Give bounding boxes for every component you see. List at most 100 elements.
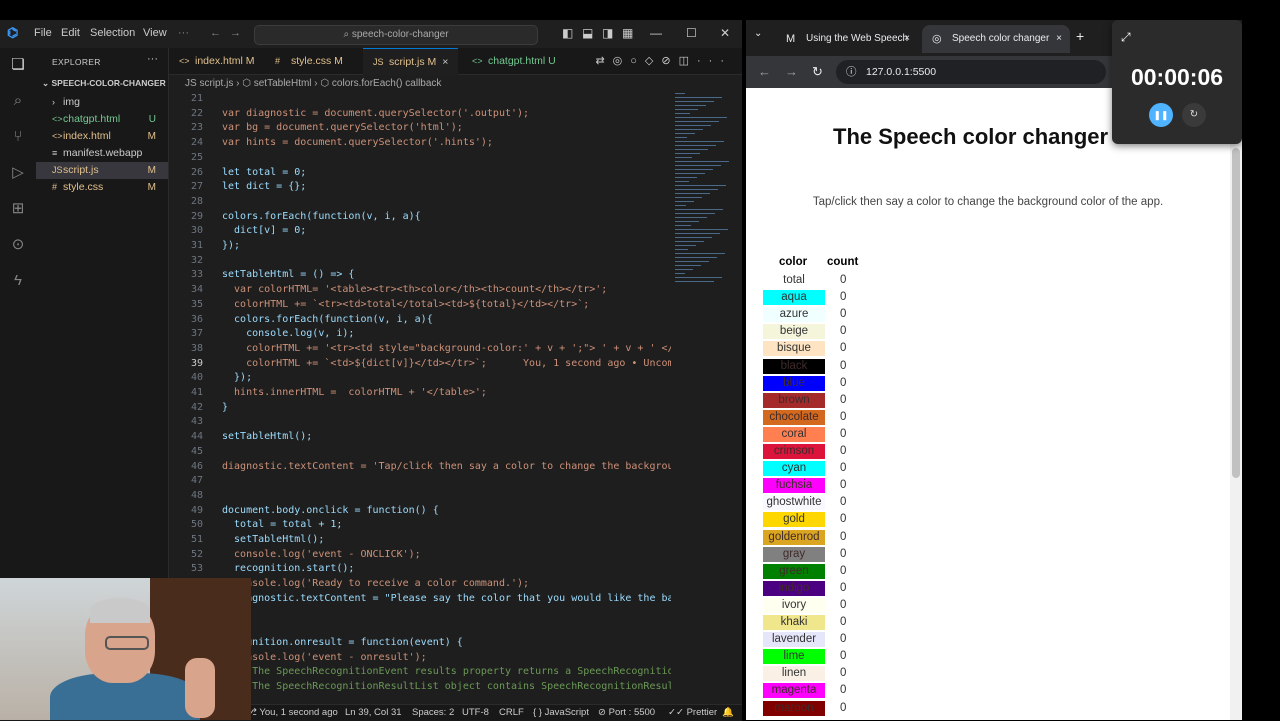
close-window-icon[interactable]: ✕ [720, 26, 730, 40]
layout-icon[interactable]: ▦ [622, 26, 633, 40]
extensions-icon[interactable]: ⊞ [9, 200, 27, 218]
file-type-icon: JS [373, 57, 384, 67]
vscode-logo-icon: ⌬ [7, 25, 19, 40]
color-cell: chocolate [763, 409, 825, 425]
editor-tab[interactable]: # style.css M [265, 48, 353, 74]
page-scrollbar[interactable] [1230, 88, 1242, 720]
color-cell: bisque [763, 341, 825, 357]
web-page[interactable]: The Speech color changer Tap/click then … [746, 88, 1230, 720]
explorer-icon[interactable]: ❏ [9, 56, 27, 74]
indent-status[interactable]: Spaces: 2 [412, 705, 454, 721]
toggle-panel-icon[interactable]: ⬓ [582, 26, 593, 40]
prettier-status[interactable]: ✓✓ Prettier [668, 705, 717, 721]
explorer-item[interactable]: › img [36, 94, 168, 111]
color-cell: gold [763, 512, 825, 528]
count-cell: 0 [840, 701, 847, 714]
close-tab-icon[interactable]: × [1056, 25, 1062, 53]
reset-button[interactable]: ↻ [1182, 103, 1206, 127]
expand-icon[interactable]: ⤢ [1121, 30, 1131, 45]
minimap[interactable] [675, 93, 737, 293]
reload-icon[interactable]: ↻ [812, 64, 823, 80]
line-number: 24 [190, 137, 203, 149]
notifications-icon[interactable]: 🔔 [722, 705, 734, 721]
toggle-sidebar-icon[interactable]: ◧ [562, 26, 573, 40]
editor-tab[interactable]: <> index.html M [169, 48, 265, 74]
back-icon[interactable]: ← [758, 64, 771, 79]
line-number: 52 [190, 548, 203, 560]
editor-actions-icons[interactable]: ⇄◎○◇⊘◫··· [595, 54, 732, 67]
git-blame-status[interactable]: ⎇ You, 1 second ago [246, 705, 338, 721]
line-number: 21 [190, 93, 203, 104]
encoding-status[interactable]: UTF-8 [462, 705, 489, 721]
file-type-icon: ≡ [52, 148, 58, 158]
editor-tab[interactable]: JS script.js M × [363, 48, 459, 75]
title-bar: ⌬ File Edit Selection View ··· ← → ⌕ spe… [0, 20, 742, 49]
explorer-item[interactable]: <> index.html M [36, 128, 168, 145]
url-text: 127.0.0.1:5500 [866, 66, 937, 78]
menu-file[interactable]: File [34, 27, 52, 39]
line-number: 22 [190, 107, 203, 119]
toggle-secondary-sidebar-icon[interactable]: ◨ [602, 26, 613, 40]
site-info-icon[interactable]: ⓘ [846, 60, 857, 84]
close-tab-icon[interactable]: × [442, 56, 448, 68]
pause-button[interactable]: ❚❚ [1149, 103, 1173, 127]
minimap-line [675, 269, 693, 270]
minimap-line [675, 161, 729, 162]
project-folder[interactable]: ⌄ SPEECH-COLOR-CHANGER [42, 78, 166, 89]
count-cell: 0 [840, 359, 847, 372]
browser-tab-speech-color-changer[interactable]: ◎ Speech color changer × [922, 25, 1070, 53]
source-control-icon[interactable]: ⑂ [9, 128, 27, 146]
menu-edit[interactable]: Edit [61, 27, 80, 39]
page-title: The Speech color changer [833, 124, 1109, 149]
explorer-item[interactable]: # style.css M [36, 179, 168, 196]
remote-icon[interactable]: ⊙ [9, 236, 27, 254]
tab-search-icon[interactable]: ⌄ [754, 28, 762, 39]
search-icon[interactable]: ⌕ [9, 92, 27, 110]
code-line: colorHTML += '<tr><td style="background-… [222, 342, 671, 354]
language-status[interactable]: { } JavaScript [533, 705, 589, 721]
forward-icon[interactable]: → [785, 64, 798, 79]
eol-status[interactable]: CRLF [499, 705, 524, 721]
breadcrumb[interactable]: JS script.js › ⬡ setTableHtml › ⬡ colors… [169, 75, 441, 93]
explorer-more-icon[interactable]: ··· [147, 53, 158, 65]
explorer-item[interactable]: ≡ manifest.webapp [36, 145, 168, 162]
code-line: let dict = {}; [222, 181, 307, 193]
close-tab-icon[interactable]: × [904, 25, 910, 53]
browser-tab-web-speech[interactable]: M Using the Web Speech × [776, 25, 918, 53]
new-tab-button[interactable]: + [1076, 28, 1084, 44]
editor-tab[interactable]: <> chatgpt.html U [462, 48, 566, 74]
live-server-status[interactable]: ⊘ Port : 5500 [598, 705, 655, 721]
more-menu-icon[interactable]: ··· [178, 27, 189, 39]
line-number: 31 [190, 240, 203, 251]
forward-arrow-icon[interactable]: → [230, 27, 241, 39]
explorer-item[interactable]: <> chatgpt.html U [36, 111, 168, 128]
color-cell: cyan [763, 461, 825, 477]
color-cell: lavender [763, 632, 825, 648]
color-cell: total [763, 273, 825, 288]
project-name: SPEECH-COLOR-CHANGER [51, 78, 166, 88]
minimize-icon[interactable]: — [650, 26, 662, 40]
menu-selection[interactable]: Selection [90, 27, 135, 39]
line-number: 41 [190, 387, 203, 398]
maximize-icon[interactable]: ☐ [686, 26, 697, 40]
code-line: diagnostic.textContent = 'Tap/click then… [222, 460, 671, 472]
minimap-line [675, 105, 706, 106]
code-line: console.log(v, i); [222, 328, 355, 340]
cursor-position-status[interactable]: Ln 39, Col 31 [345, 705, 402, 721]
scrollbar-thumb[interactable] [1232, 148, 1240, 478]
command-center-search[interactable]: ⌕ speech-color-changer [254, 25, 538, 45]
back-arrow-icon[interactable]: ← [210, 27, 221, 39]
code-line: document.body.onclick = function() { [222, 504, 439, 516]
menu-view[interactable]: View [143, 27, 167, 39]
minimap-line [675, 273, 685, 274]
address-bar[interactable]: ⓘ 127.0.0.1:5500 [836, 60, 1106, 84]
line-number: 44 [190, 431, 203, 443]
count-cell: 0 [840, 547, 847, 560]
explorer-item-label: chatgpt.html [63, 113, 121, 125]
globe-favicon-icon: ◎ [932, 33, 942, 45]
lightning-icon[interactable]: ϟ [9, 272, 27, 290]
explorer-item[interactable]: JS script.js M [36, 162, 168, 179]
line-number: 47 [190, 475, 203, 487]
run-debug-icon[interactable]: ▷ [9, 164, 27, 182]
webcam-person-hair [90, 598, 150, 623]
